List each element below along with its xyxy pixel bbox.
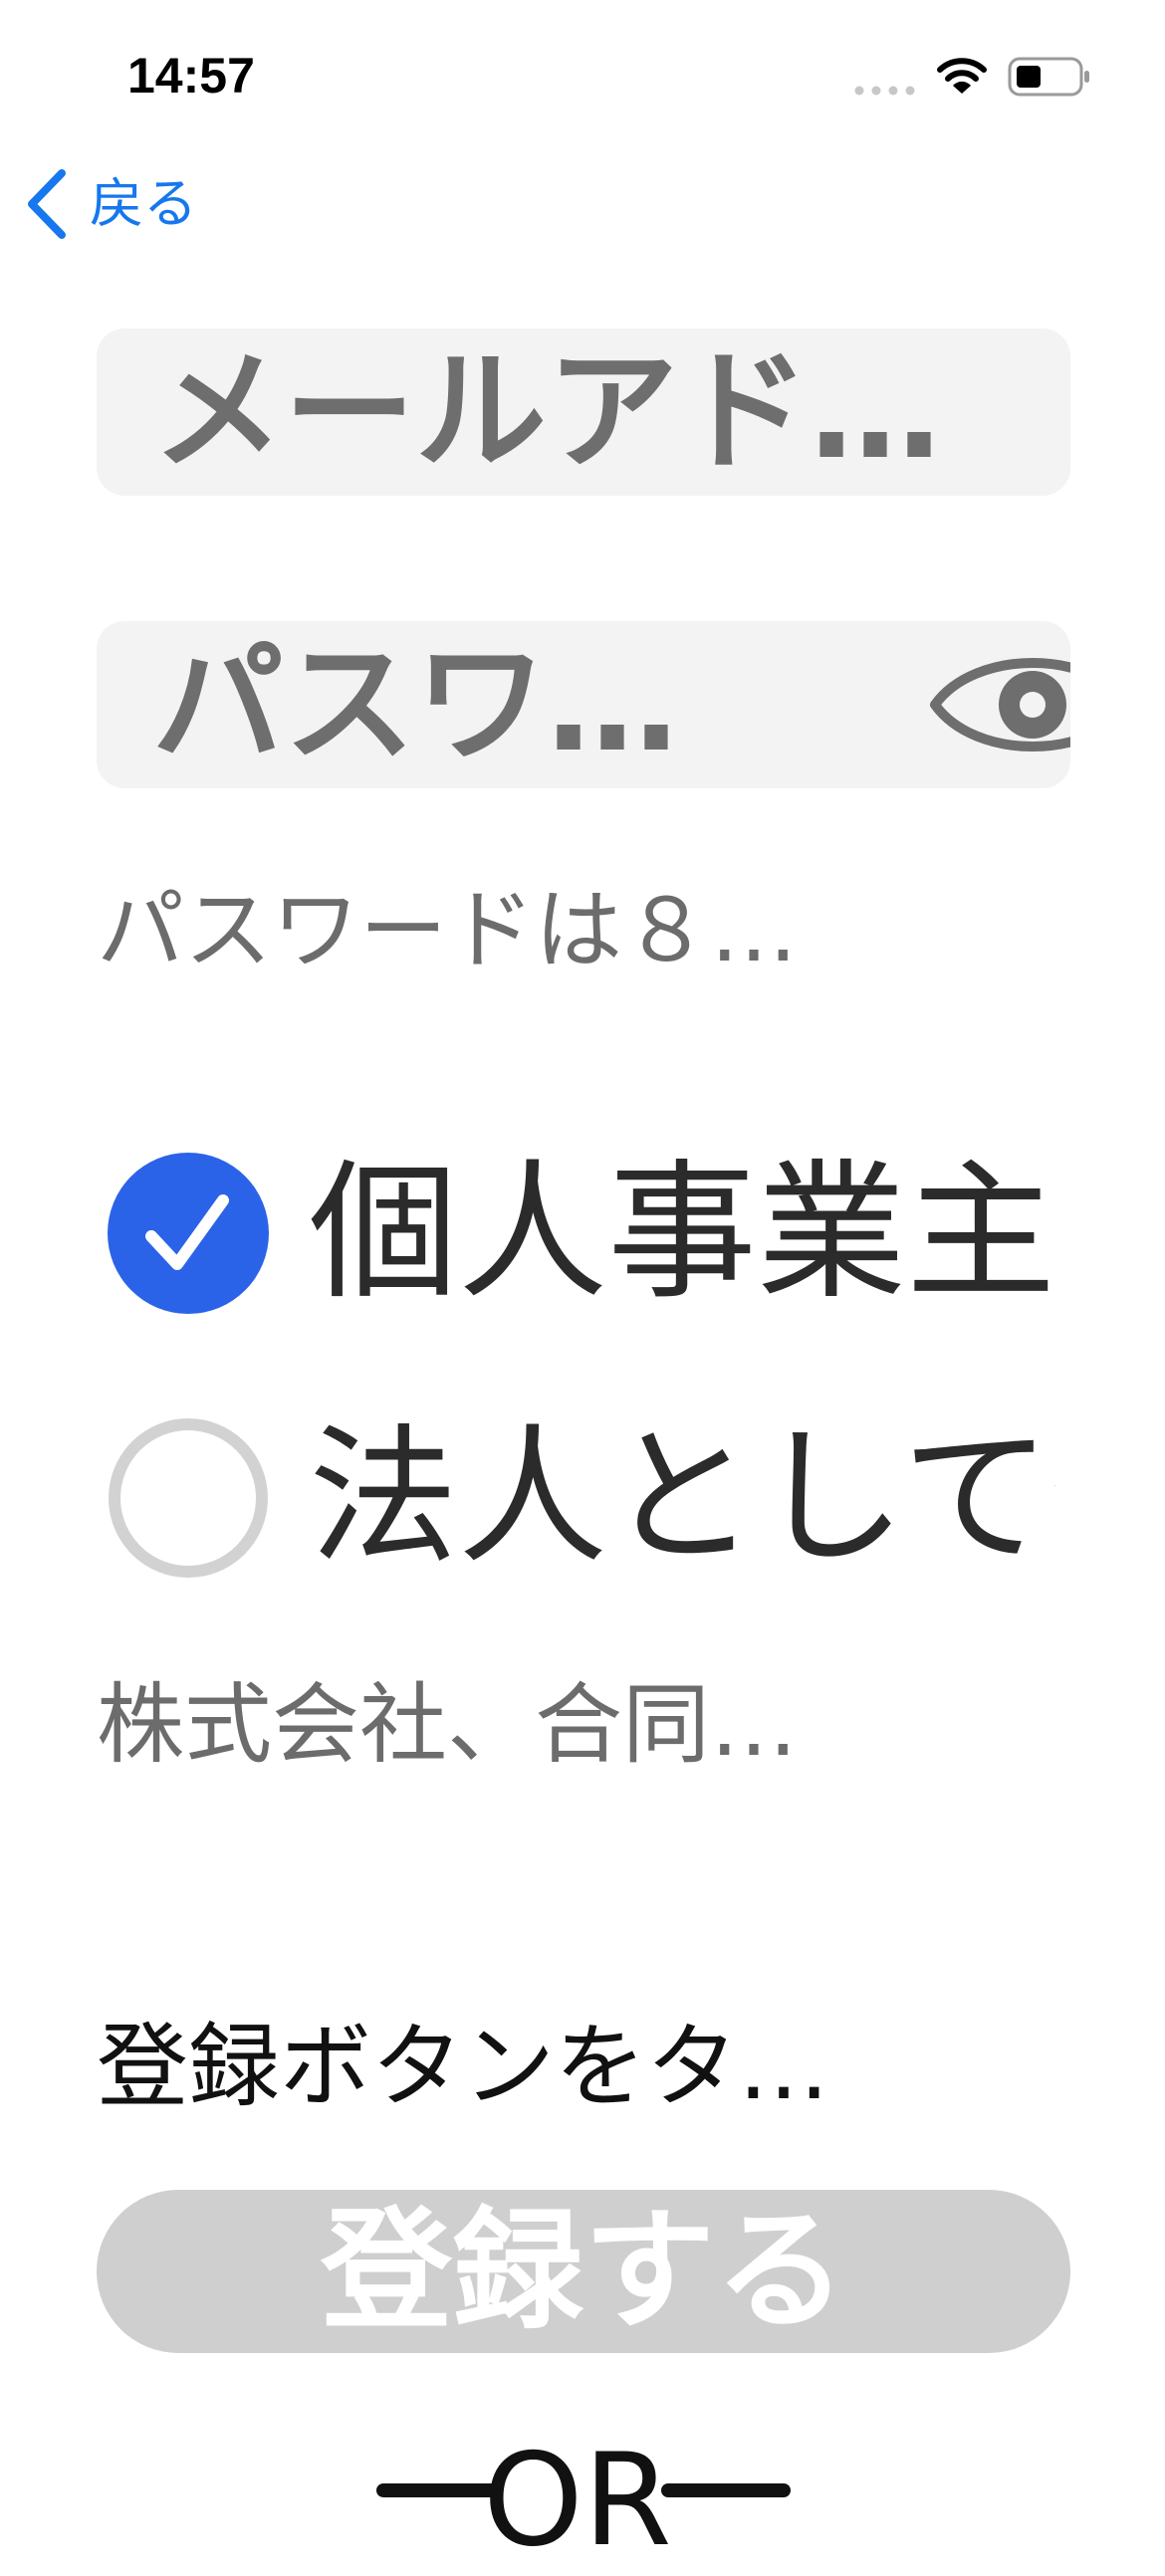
or-divider-label: OR xyxy=(483,2427,672,2575)
radio-label-corporation: 法人として登録 xyxy=(309,1413,1055,1583)
signal-dots-icon xyxy=(854,86,915,96)
corporate-note: 株式会社、合同… xyxy=(97,1673,799,1776)
radio-checked-icon xyxy=(108,1153,269,1314)
divider-line-right xyxy=(661,2483,791,2497)
eye-icon[interactable] xyxy=(925,637,1070,772)
email-field[interactable] xyxy=(97,328,1070,496)
status-time: 14:57 xyxy=(127,48,255,104)
password-hint: パスワードは８… xyxy=(97,879,799,981)
email-field-container xyxy=(97,328,1070,496)
password-field-container xyxy=(97,621,1070,788)
back-button[interactable]: 戻る xyxy=(24,164,197,244)
register-instruction: 登録ボタンをタ… xyxy=(97,2014,830,2120)
back-label: 戻る xyxy=(90,172,197,235)
wifi-icon xyxy=(937,58,987,94)
radio-label-sole-proprietor: 個人事業主として登録 xyxy=(309,1149,1055,1318)
radio-sole-proprietor[interactable]: 個人事業主として登録 xyxy=(108,1149,1055,1318)
register-button[interactable]: 登録する xyxy=(97,2190,1070,2353)
chevron-left-icon xyxy=(28,169,66,239)
radio-corporation[interactable]: 法人として登録 xyxy=(108,1413,1055,1583)
radio-unchecked-icon xyxy=(109,1418,268,1578)
battery-icon xyxy=(1008,57,1089,97)
